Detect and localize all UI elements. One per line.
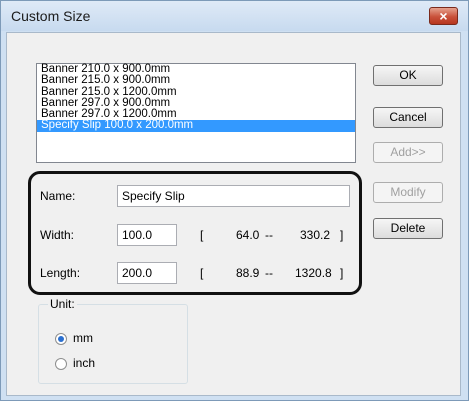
close-icon: × xyxy=(439,8,448,24)
width-range-max: 330.2 xyxy=(300,228,331,242)
length-range-separator: -- xyxy=(265,266,273,280)
inch-radio[interactable] xyxy=(55,358,67,370)
ok-button[interactable]: OK xyxy=(373,65,443,86)
width-input[interactable]: 100.0 xyxy=(117,224,177,246)
mm-radio[interactable] xyxy=(55,333,67,345)
name-label: Name: xyxy=(40,189,76,203)
delete-button[interactable]: Delete xyxy=(373,218,443,239)
modify-button[interactable]: Modify xyxy=(373,182,443,203)
width-label: Width: xyxy=(40,228,75,242)
length-range-min: 88.9 xyxy=(236,266,260,280)
length-range-max: 1320.8 xyxy=(295,266,332,280)
list-item[interactable]: Banner 215.0 x 900.0mm xyxy=(37,74,355,86)
width-range-min: 64.0 xyxy=(236,228,260,242)
width-range-separator: -- xyxy=(265,228,273,242)
close-button[interactable]: × xyxy=(429,7,458,25)
length-input[interactable]: 200.0 xyxy=(117,262,177,284)
cancel-button[interactable]: Cancel xyxy=(373,107,443,128)
mm-radio-label[interactable]: mm xyxy=(73,331,93,345)
size-list[interactable]: Banner 210.0 x 900.0mm Banner 215.0 x 90… xyxy=(36,63,356,163)
length-range-open: [ xyxy=(200,266,204,280)
width-range-close: ] xyxy=(340,228,344,242)
length-range-close: ] xyxy=(340,266,344,280)
add-button[interactable]: Add>> xyxy=(373,142,443,163)
width-range-open: [ xyxy=(200,228,204,242)
list-item-selected[interactable]: Specify Slip 100.0 x 200.0mm xyxy=(37,120,355,132)
name-input[interactable]: Specify Slip xyxy=(117,185,350,207)
title-bar: Custom Size × xyxy=(1,1,468,31)
inch-radio-label[interactable]: inch xyxy=(73,356,95,370)
length-label: Length: xyxy=(40,266,81,280)
dialog-title: Custom Size xyxy=(11,8,91,24)
unit-group-label: Unit: xyxy=(48,297,77,311)
